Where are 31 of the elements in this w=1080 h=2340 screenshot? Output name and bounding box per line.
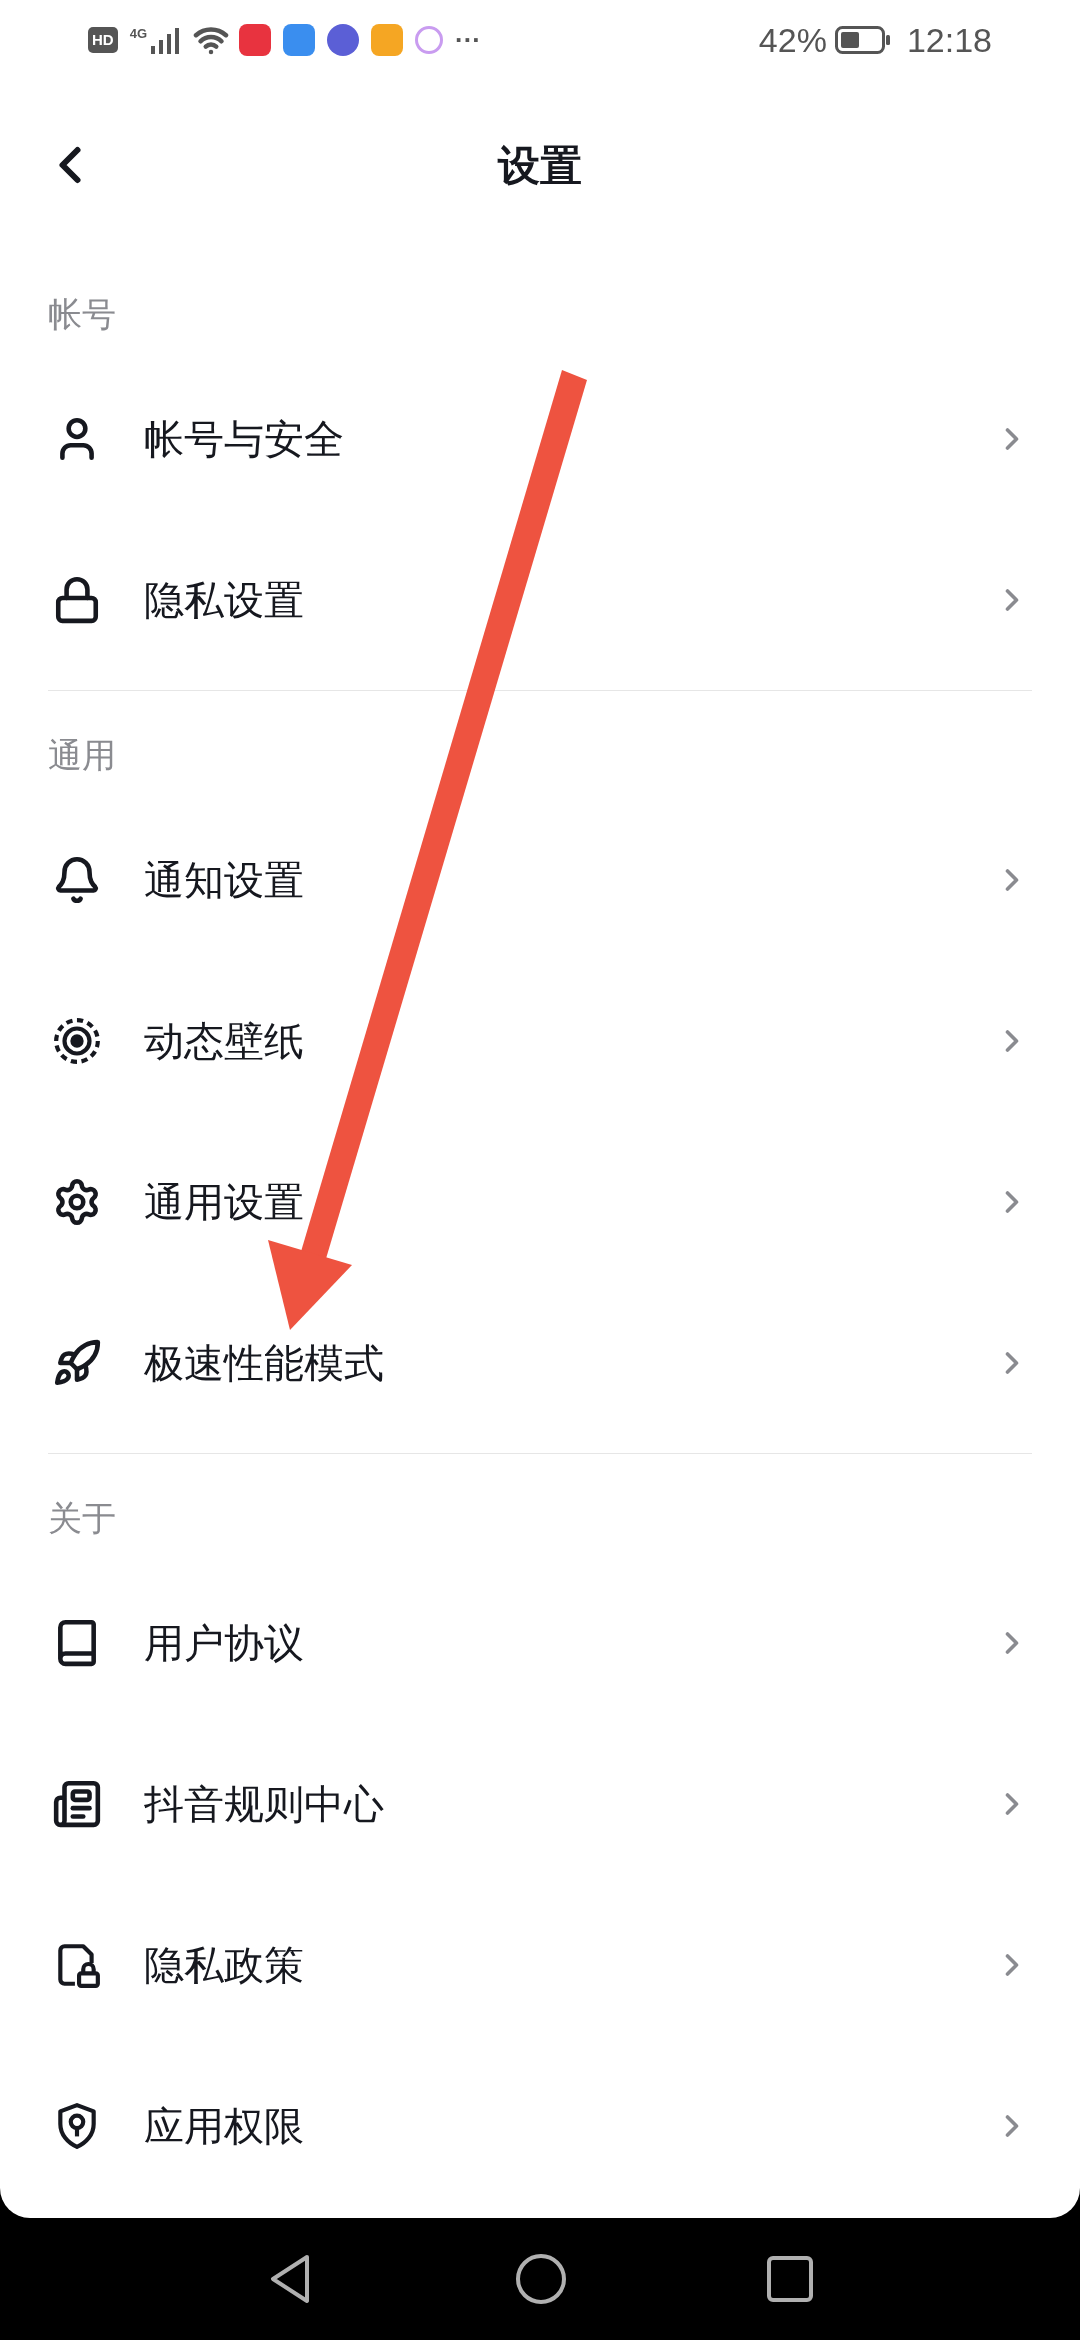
recents-nav-icon[interactable] — [767, 2256, 813, 2302]
app-icon — [371, 24, 403, 56]
app-icon — [415, 26, 443, 54]
section-header: 关于 — [48, 1498, 116, 1539]
settings-row[interactable]: 隐私政策 — [0, 1884, 1080, 2045]
home-nav-icon[interactable] — [515, 2253, 567, 2305]
settings-row[interactable]: 通知设置 — [0, 799, 1080, 960]
section-header: 帐号 — [48, 294, 116, 335]
rocket-icon — [52, 1337, 102, 1388]
settings-row[interactable]: 帐号与安全 — [0, 358, 1080, 519]
signal-icon — [149, 26, 181, 54]
document-icon — [52, 1778, 102, 1829]
more-indicator: ··· — [455, 23, 481, 57]
app-icon — [327, 24, 359, 56]
app-icon — [283, 24, 315, 56]
section-header: 通用 — [48, 735, 116, 776]
settings-row[interactable]: 应用权限 — [0, 2045, 1080, 2206]
settings-row[interactable]: 通用设置 — [0, 1121, 1080, 1282]
settings-row[interactable]: 动态壁纸 — [0, 960, 1080, 1121]
settings-row[interactable]: 用户协议 — [0, 1562, 1080, 1723]
battery-percent: 42% — [758, 19, 827, 61]
battery-icon — [834, 26, 891, 54]
hd-badge: HD — [88, 27, 118, 53]
app-icon — [239, 24, 271, 56]
page-title: 设置 — [498, 140, 582, 191]
settings-row[interactable]: 抖音规则中心 — [0, 1723, 1080, 1884]
target-icon — [52, 1015, 102, 1066]
settings-row[interactable]: 隐私设置 — [0, 519, 1080, 680]
settings-row[interactable]: 极速性能模式 — [0, 1282, 1080, 1443]
network-label: 4G — [129, 25, 147, 43]
clock: 12:18 — [906, 19, 992, 61]
